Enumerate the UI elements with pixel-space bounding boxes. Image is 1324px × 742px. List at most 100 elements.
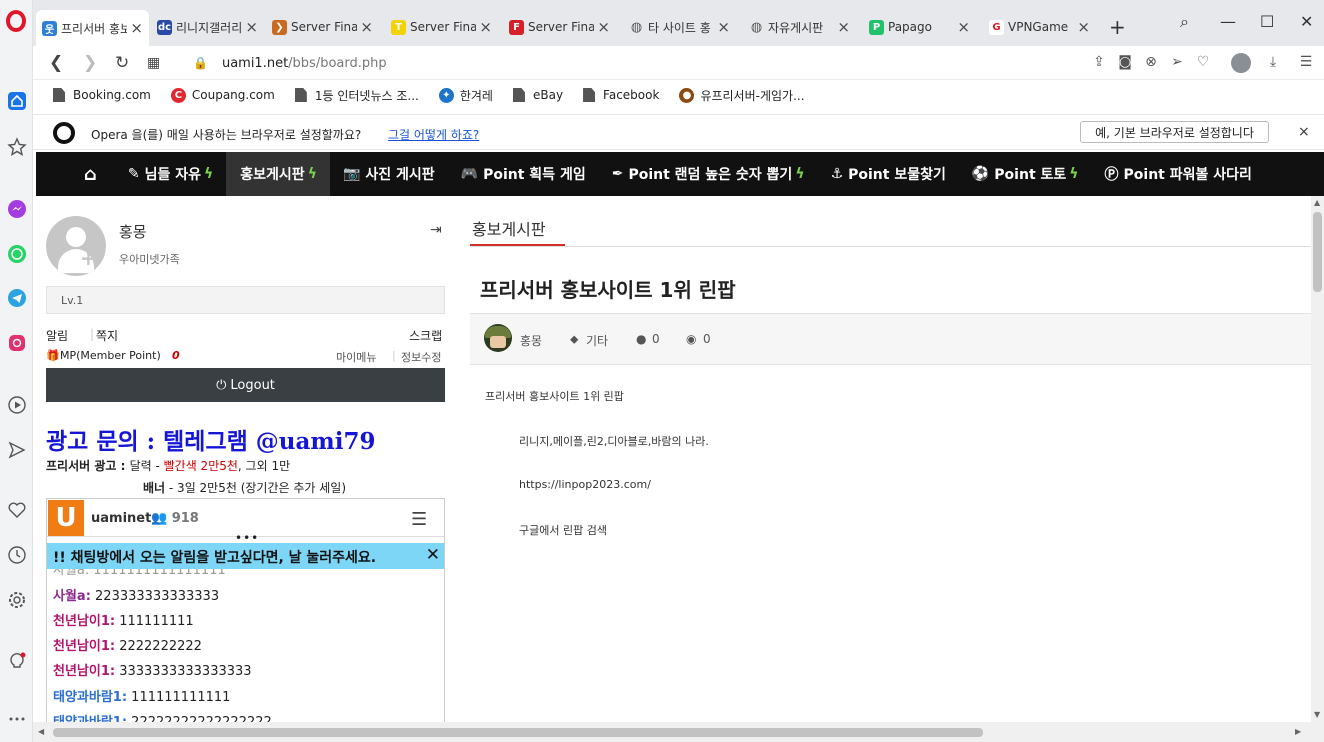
maximize-icon[interactable]: ☐ <box>1260 12 1274 31</box>
logout-button[interactable]: ⏻ Logout <box>46 368 445 402</box>
share-icon[interactable]: ⇪ <box>1090 54 1108 72</box>
bookmark-item[interactable]: ● 유프리서버-게임가... <box>679 87 805 104</box>
download-icon[interactable]: ⤓ <box>1264 54 1282 72</box>
bookmark-item[interactable]: ✦ 한겨레 <box>438 87 493 104</box>
board-tab[interactable]: 홍보게시판 <box>472 216 546 240</box>
camera-snapshot-icon[interactable]: ◙ <box>1116 54 1134 72</box>
telegram-icon[interactable] <box>6 287 27 308</box>
author-avatar[interactable] <box>484 324 512 352</box>
post-body-link[interactable]: https://linpop2023.com/ <box>519 478 651 491</box>
nav-item[interactable]: 홍보게시판 ϟ <box>226 152 330 196</box>
home-icon[interactable] <box>6 90 27 111</box>
tab-close-icon[interactable]: × <box>597 18 610 36</box>
opera-logo-icon[interactable] <box>6 10 26 32</box>
tab-close-icon[interactable]: × <box>245 18 258 36</box>
messenger-icon[interactable] <box>6 198 27 219</box>
close-window-icon[interactable]: ✕ <box>1300 12 1313 31</box>
whatsapp-icon[interactable] <box>6 243 27 264</box>
logout-icon[interactable]: ⇥ <box>430 222 442 238</box>
nav-item[interactable]: ✎ 님들 자유 ϟ <box>115 152 226 196</box>
browser-tab[interactable]: 웃 프리서버 홍보 × <box>36 10 149 46</box>
chat-author[interactable]: 천년남이1: <box>53 614 115 629</box>
close-icon[interactable]: ✕ <box>426 545 440 565</box>
bookmark-item[interactable]: Booking.com <box>53 88 151 102</box>
chat-author[interactable]: 천년남이1: <box>53 639 115 654</box>
heart-icon[interactable] <box>6 499 27 520</box>
bookmark-item[interactable]: Facebook <box>583 88 659 102</box>
chat-author[interactable]: 태양과바람1: <box>53 690 127 705</box>
horizontal-scrollbar[interactable]: ◀ ▶ <box>33 722 1324 742</box>
lightbulb-icon[interactable] <box>6 650 27 671</box>
browser-tab[interactable]: dc 리니지갤러리 × <box>151 12 264 42</box>
url-input[interactable]: 🔒 uami1.net/bbs/board.php <box>193 50 1093 76</box>
nav-item[interactable]: Ⓟ Point 파워볼 사다리 <box>1092 152 1265 196</box>
forward-icon[interactable]: ❯ <box>83 53 97 73</box>
tab-close-icon[interactable]: × <box>360 18 373 36</box>
scroll-right-icon[interactable]: ▶ <box>1295 727 1301 736</box>
notifications-link[interactable]: 알림 <box>46 327 68 344</box>
nav-item[interactable]: ⚓ Point 보물찾기 <box>818 152 959 196</box>
history-icon[interactable] <box>6 544 27 565</box>
new-tab-plus-icon[interactable]: + <box>1109 15 1126 39</box>
nav-item[interactable]: ✒ Point 랜덤 높은 숫자 뽑기 ϟ <box>599 152 818 196</box>
tab-search-icon[interactable]: ⌕ <box>1180 12 1189 32</box>
tab-close-icon[interactable]: × <box>717 18 730 36</box>
vertical-scrollbar[interactable]: ▲ ▼ <box>1311 196 1324 722</box>
easy-setup-icon[interactable]: ☰ <box>1297 54 1315 72</box>
scroll-thumb[interactable] <box>1313 212 1322 292</box>
bookmark-item[interactable]: C Coupang.com <box>170 87 275 103</box>
my-menu-link[interactable]: 마이메뉴 <box>336 349 376 365</box>
send-page-icon[interactable]: ➢ <box>1168 54 1186 72</box>
scroll-up-icon[interactable]: ▲ <box>1314 198 1320 207</box>
tab-close-icon[interactable]: × <box>130 19 143 37</box>
settings-gear-icon[interactable] <box>6 589 27 610</box>
browser-tab[interactable]: P Papago × <box>863 12 976 42</box>
hamburger-menu-icon[interactable]: ☰ <box>411 509 427 530</box>
browser-tab[interactable]: T Server Final × <box>385 12 498 42</box>
bookmark-item[interactable]: 1등 인터넷뉴스 조... <box>294 87 419 104</box>
bookmark-heart-icon[interactable]: ♡ <box>1194 54 1212 72</box>
chat-alert-banner[interactable]: !! 채팅방에서 오는 알림을 받고싶다면, 날 눌러주세요. ✕ <box>47 543 444 569</box>
instagram-icon[interactable] <box>6 332 27 353</box>
tab-close-icon[interactable]: × <box>1077 18 1090 36</box>
browser-tab[interactable]: F Server Final × <box>503 12 616 42</box>
player-icon[interactable] <box>6 394 27 415</box>
back-icon[interactable]: ❮ <box>49 53 63 73</box>
bookmark-favicon-icon: C <box>170 87 186 103</box>
bookmark-item[interactable]: eBay <box>512 88 563 102</box>
prompt-help-link[interactable]: 그걸 어떻게 하죠? <box>388 126 479 143</box>
more-dots-icon[interactable] <box>6 708 27 729</box>
scroll-down-icon[interactable]: ▼ <box>1314 710 1320 719</box>
chat-author[interactable]: 천년남이1: <box>53 664 115 679</box>
bookmarks-bar: Booking.com C Coupang.com 1등 인터넷뉴스 조... ✦ 한겨레… <box>33 80 1324 110</box>
post-category[interactable]: 기타 <box>586 332 608 349</box>
minimize-icon[interactable]: — <box>1220 12 1236 31</box>
scroll-left-icon[interactable]: ◀ <box>38 727 44 736</box>
browser-tab[interactable]: ◍ 타 사이트 홍 × <box>623 12 736 42</box>
send-icon[interactable] <box>6 439 27 460</box>
chat-author[interactable]: 사월a: <box>53 589 91 604</box>
browser-tab[interactable]: G VPNGame × <box>983 12 1096 42</box>
nav-item[interactable]: 🎮 Point 획득 게임 <box>448 152 599 196</box>
tab-close-icon[interactable]: × <box>957 18 970 36</box>
browser-tab[interactable]: ❯ Server Final × <box>266 12 379 42</box>
scroll-thumb[interactable] <box>53 728 983 737</box>
post-author[interactable]: 홍몽 <box>520 332 542 349</box>
reload-icon[interactable]: ↻ <box>115 53 129 73</box>
star-icon[interactable] <box>6 136 27 157</box>
browser-tab[interactable]: ◍ 자유게시판 × <box>743 12 856 42</box>
user-avatar[interactable]: + <box>46 216 106 276</box>
tab-close-icon[interactable]: × <box>837 18 850 36</box>
adblock-icon[interactable]: ⊗ <box>1142 54 1160 72</box>
nav-item[interactable]: ⌂ <box>36 152 115 196</box>
edit-info-link[interactable]: 정보수정 <box>401 349 441 365</box>
scrap-link[interactable]: 스크랩 <box>409 327 442 344</box>
profile-avatar-icon[interactable] <box>1231 53 1251 73</box>
set-default-button[interactable]: 예, 기본 브라우저로 설정합니다 <box>1080 121 1269 143</box>
close-icon[interactable]: × <box>1298 124 1310 140</box>
tab-close-icon[interactable]: × <box>479 18 492 36</box>
nav-item[interactable]: 📷 사진 게시판 <box>330 152 448 196</box>
speed-dial-grid-icon[interactable]: ▦ <box>147 55 160 71</box>
messages-link[interactable]: 쪽지 <box>96 327 118 344</box>
nav-item[interactable]: ⚽ Point 토토 ϟ <box>959 152 1092 196</box>
